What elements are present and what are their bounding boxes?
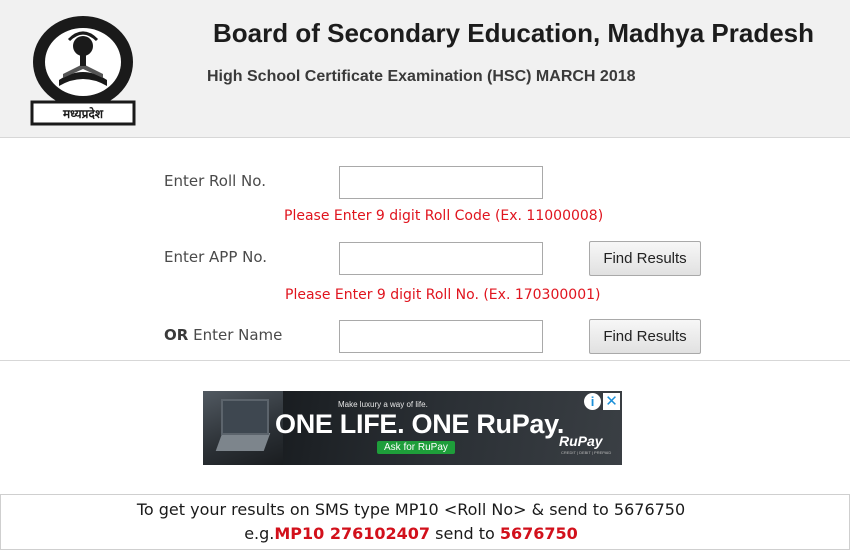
logo-text: मध्यप्रदेश: [62, 107, 104, 121]
header: मध्यप्रदेश Board of Secondary Education,…: [0, 0, 850, 138]
result-page: मध्यप्रदेश Board of Secondary Education,…: [0, 0, 850, 550]
close-icon[interactable]: ✕: [603, 393, 620, 410]
sms-instruction: To get your results on SMS type MP10 <Ro…: [136, 500, 686, 519]
board-title: Board of Secondary Education, Madhya Pra…: [213, 18, 815, 48]
info-icon[interactable]: i: [584, 393, 601, 410]
exam-title: High School Certificate Examination (HSC…: [207, 68, 636, 85]
search-form: Enter Roll No. Please Enter 9 digit Roll…: [0, 138, 850, 361]
sms-example-number: 5676750: [499, 524, 578, 543]
name-label-text: Enter Name: [193, 326, 283, 344]
sms-example: e.g.MP10 276102407 send to 5676750: [1, 524, 821, 543]
ad-tagline: Make luxury a way of life.: [338, 400, 428, 409]
name-input[interactable]: [339, 320, 543, 353]
app-no-hint: Please Enter 9 digit Roll No. (Ex. 17030…: [285, 287, 601, 303]
sms-info-box: To get your results on SMS type MP10 <Ro…: [0, 494, 850, 550]
sms-example-middle: send to: [430, 524, 500, 543]
ad-brand-logo: RuPay: [559, 433, 603, 449]
ad-brand-subtext: CREDIT | DEBIT | PREPAID: [561, 450, 612, 455]
or-text: OR: [164, 326, 189, 344]
roll-no-hint: Please Enter 9 digit Roll Code (Ex. 1100…: [284, 208, 604, 224]
ad-headline: ONE LIFE. ONE RuPay.: [275, 409, 565, 439]
roll-no-label: Enter Roll No.: [164, 172, 266, 190]
ad-banner[interactable]: Make luxury a way of life. ONE LIFE. ONE…: [203, 391, 622, 465]
find-results-button-name[interactable]: Find Results: [589, 319, 701, 354]
find-results-button-app[interactable]: Find Results: [589, 241, 701, 276]
roll-no-input[interactable]: [339, 166, 543, 199]
app-no-input[interactable]: [339, 242, 543, 275]
app-no-label: Enter APP No.: [164, 248, 268, 266]
ad-laptop-image: [203, 391, 283, 465]
sms-example-prefix: e.g.: [244, 524, 275, 543]
name-label: OR Enter Name: [164, 326, 282, 344]
board-logo: मध्यप्रदेश: [30, 16, 136, 126]
ad-cta-button[interactable]: Ask for RuPay: [377, 441, 455, 454]
sms-example-code: MP10 276102407: [274, 524, 431, 543]
